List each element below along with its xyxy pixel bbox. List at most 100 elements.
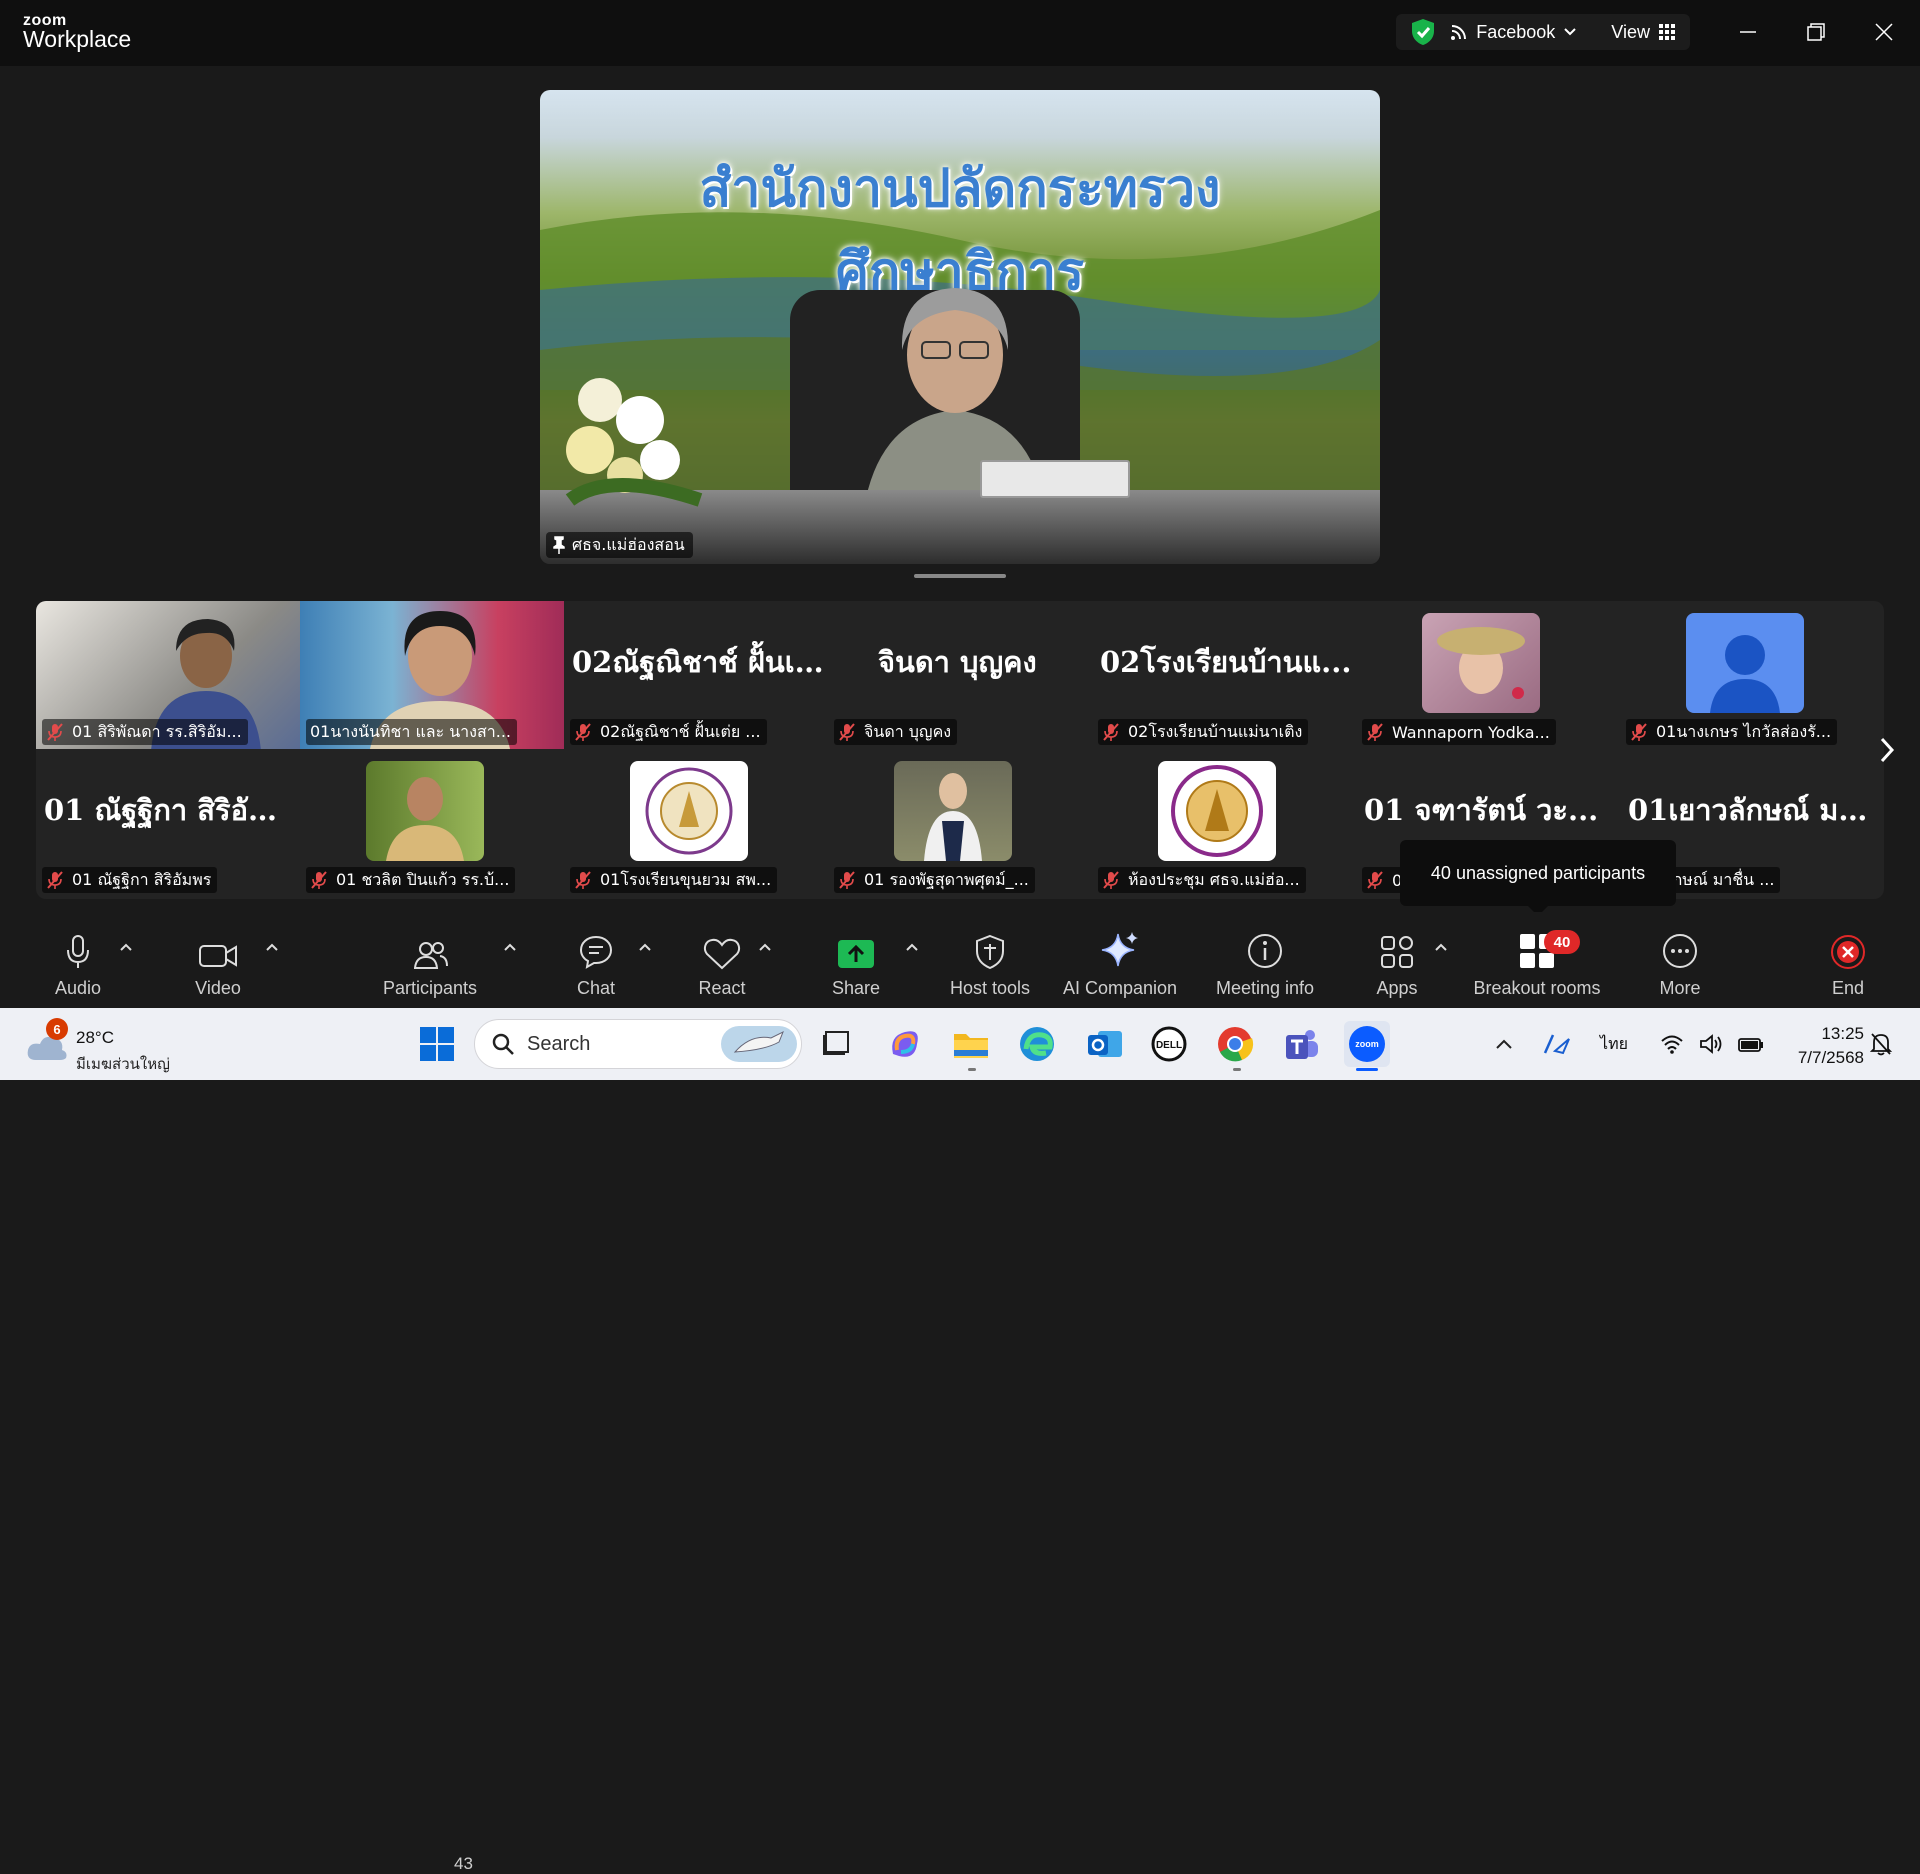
copilot-icon xyxy=(892,1031,918,1057)
more-button[interactable]: More xyxy=(1648,912,1712,1008)
participant-name-bar: 01นางนันทิชา และ นางสา... xyxy=(306,719,517,745)
input-language-button[interactable]: ไทย xyxy=(1594,1021,1634,1067)
mic-off-icon xyxy=(839,871,855,889)
participants-button[interactable]: Participants xyxy=(380,912,480,1008)
participant-big-name: 01 จฑารัตน์ วะ... xyxy=(1364,793,1599,827)
active-speaker-video[interactable]: สำนักงานปลัดกระทรวงศึกษาธิการ ศธจ.แม่ฮ่อ… xyxy=(540,90,1380,564)
share-button[interactable]: Share xyxy=(824,912,888,1008)
apps-button[interactable]: Apps xyxy=(1365,912,1429,1008)
video-button[interactable]: Video xyxy=(186,912,250,1008)
zoom-app[interactable]: zoom xyxy=(1344,1021,1390,1067)
location-tray-button[interactable] xyxy=(1536,1021,1576,1067)
gallery-next-page-button[interactable] xyxy=(1874,733,1900,767)
teams-app[interactable] xyxy=(1278,1021,1324,1067)
participant-name: 01โรงเรียนขุนยวม สพ... xyxy=(600,869,772,889)
clock-date: 7/7/2568 xyxy=(1797,1048,1864,1067)
participant-tile[interactable]: 01 สิริพัณดา รร.สิริอัม... xyxy=(36,601,300,749)
more-label: More xyxy=(1659,978,1701,998)
participant-tile[interactable]: 01 รองพัฐสุดาพศุตม์_... xyxy=(828,749,1092,897)
ai-companion-label: AI Companion xyxy=(1062,978,1178,998)
participant-tile[interactable]: 01โรงเรียนขุนยวม สพ... xyxy=(564,749,828,897)
mic-off-icon xyxy=(47,871,63,889)
pin-icon xyxy=(553,536,565,554)
chat-button[interactable]: Chat xyxy=(564,912,628,1008)
host-tools-button[interactable]: Host tools xyxy=(940,912,1040,1008)
participant-tile[interactable]: 01นางเกษร ไกวัลส่องรั... xyxy=(1620,601,1884,749)
participant-big-name: 01 ณัฐฐิกา สิริอัม... xyxy=(44,793,296,827)
participant-big-name: 01เยาวลักษณ์ มา... xyxy=(1628,793,1880,827)
search-icon xyxy=(492,1033,514,1055)
participant-tile[interactable]: 01 ณัฐฐิกา สิริอัม... 01 ณัฐฐิกา สิริอัม… xyxy=(36,749,300,897)
participant-tile[interactable]: ห้องประชุม ศธจ.แม่ฮ่อ... xyxy=(1092,749,1356,897)
taskbar-search[interactable]: Search xyxy=(474,1019,802,1069)
notifications-button[interactable] xyxy=(1866,1021,1896,1067)
participant-name: Wannaporn Yodka... xyxy=(1392,722,1550,742)
edge-browser-app[interactable] xyxy=(1014,1021,1060,1067)
participant-name: จินดา บุญคง xyxy=(864,721,952,741)
minimize-icon xyxy=(1740,31,1756,33)
file-explorer-app[interactable] xyxy=(948,1021,994,1067)
chrome-browser-app[interactable] xyxy=(1212,1021,1258,1067)
chrome-icon xyxy=(1218,1027,1254,1062)
participant-tile[interactable]: 02โรงเรียนบ้านแ... 02โรงเรียนบ้านแม่นาเต… xyxy=(1092,601,1356,749)
taskbar-clock[interactable]: 13:25 7/7/2568 xyxy=(1772,1022,1864,1070)
mic-off-icon xyxy=(1367,723,1383,741)
livestream-button[interactable]: Facebook xyxy=(1450,22,1577,43)
participant-name-bar: 01 สิริพัณดา รร.สิริอัม... xyxy=(42,719,248,745)
participant-name: 01 สิริพัณดา รร.สิริอัม... xyxy=(72,721,242,741)
mic-off-icon xyxy=(1631,723,1647,741)
svg-text:DELL: DELL xyxy=(1156,1040,1182,1051)
chevron-up-icon xyxy=(1496,1039,1512,1049)
audio-button[interactable]: Audio xyxy=(46,912,110,1008)
weather-condition: มีเมฆส่วนใหญ่ xyxy=(76,1055,170,1073)
view-label: View xyxy=(1611,21,1650,42)
react-options-caret[interactable] xyxy=(756,940,774,954)
title-bar: zoom Workplace Facebook View xyxy=(0,0,1920,66)
system-tray-status[interactable] xyxy=(1652,1021,1772,1067)
participant-tile[interactable]: Wannaporn Yodka... xyxy=(1356,601,1620,749)
chat-label: Chat xyxy=(576,978,616,998)
location-pen-icon xyxy=(1543,1034,1570,1055)
ai-companion-button[interactable]: AI Companion xyxy=(1060,912,1180,1008)
school-emblem-avatar xyxy=(630,761,748,861)
participant-tile[interactable]: 01 ชวลิต ปินแก้ว รร.บ้... xyxy=(300,749,564,897)
task-view-button[interactable] xyxy=(812,1021,858,1067)
meeting-info-button[interactable]: Meeting info xyxy=(1205,912,1325,1008)
dell-app[interactable]: DELL xyxy=(1146,1021,1192,1067)
participant-tile[interactable]: จินดา บุญคง จินดา บุญคง xyxy=(828,601,1092,749)
participants-options-caret[interactable] xyxy=(501,940,519,954)
minimize-button[interactable] xyxy=(1728,14,1768,50)
start-button[interactable] xyxy=(414,1021,460,1067)
participant-big-name: 02โรงเรียนบ้านแ... xyxy=(1100,645,1352,679)
share-label: Share xyxy=(831,978,881,998)
view-button[interactable]: View xyxy=(1611,22,1676,43)
participant-tile[interactable]: 01นางนันทิชา และ นางสา... xyxy=(300,601,564,749)
video-options-caret[interactable] xyxy=(263,940,281,954)
clock-time: 13:25 xyxy=(1821,1024,1864,1043)
participant-name: 01 ณัฐฐิกา สิริอัมพร xyxy=(72,869,212,889)
zoom-icon: zoom xyxy=(1349,1026,1385,1062)
restore-button[interactable] xyxy=(1796,14,1836,50)
apps-options-caret[interactable] xyxy=(1432,940,1450,954)
end-meeting-button[interactable]: End xyxy=(1816,912,1880,1008)
weather-temperature: 28°C xyxy=(76,1028,114,1047)
show-hidden-icons-button[interactable] xyxy=(1490,1021,1518,1067)
audio-options-caret[interactable] xyxy=(117,940,135,954)
participant-tile[interactable]: 02ณัฐณิชาช์ ฝั้นเ... 02ณัฐณิชาช์ ฝั้นเต่… xyxy=(564,601,828,749)
participant-name: ห้องประชุม ศธจ.แม่ฮ่อ... xyxy=(1128,869,1300,889)
share-options-caret[interactable] xyxy=(903,940,921,954)
breakout-rooms-button[interactable]: Breakout rooms xyxy=(1466,912,1608,1008)
rss-icon xyxy=(1451,25,1467,40)
react-button[interactable]: React xyxy=(690,912,754,1008)
close-window-button[interactable] xyxy=(1864,14,1904,50)
outlook-app[interactable] xyxy=(1082,1021,1128,1067)
chat-options-caret[interactable] xyxy=(636,940,654,954)
resize-handle[interactable] xyxy=(914,574,1006,578)
participant-name-bar: จินดา บุญคง xyxy=(834,719,958,745)
app-logo-title: Workplace xyxy=(23,26,132,52)
desk-nameplate xyxy=(980,460,1130,498)
chat-bubble-icon xyxy=(579,935,613,969)
mic-off-icon xyxy=(47,723,63,741)
mic-off-icon xyxy=(575,871,591,889)
copilot-app[interactable] xyxy=(882,1021,928,1067)
